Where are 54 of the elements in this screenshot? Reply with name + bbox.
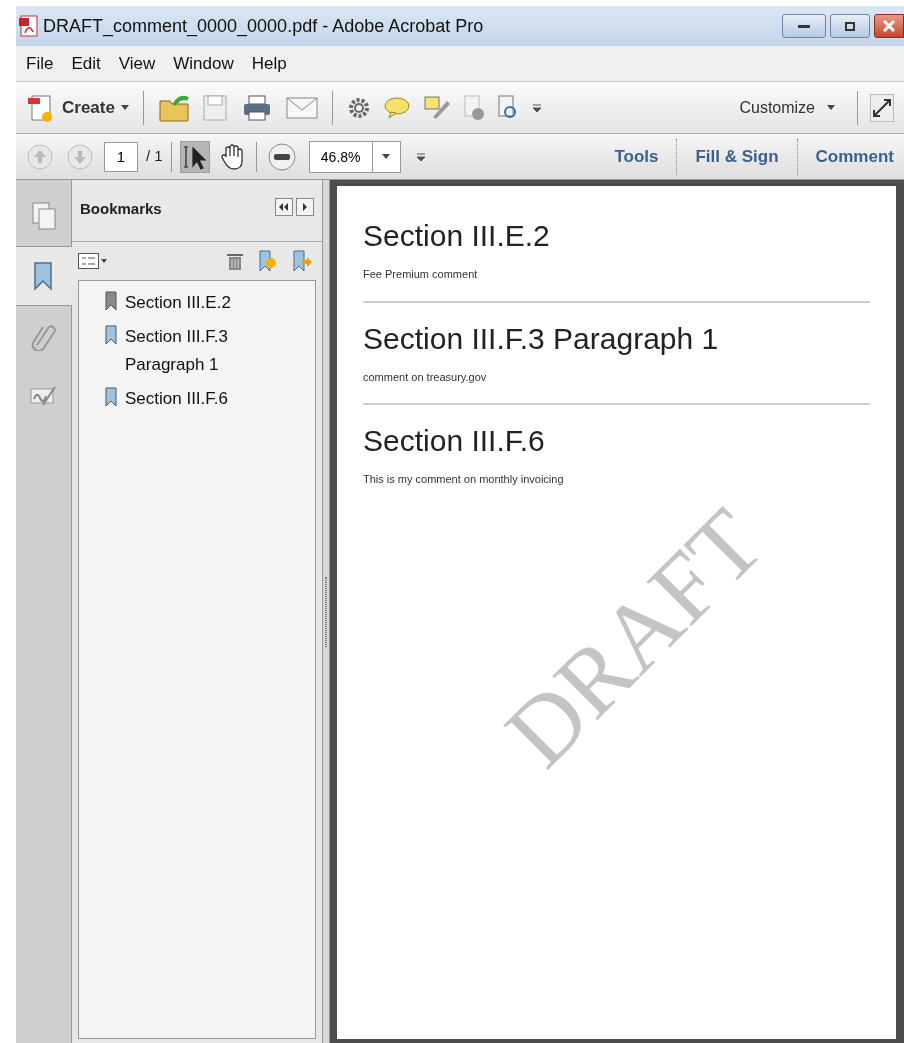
zoom-field[interactable]: 46.8% (308, 140, 373, 173)
section-text: Fee Premium comment (363, 267, 479, 282)
settings-icon[interactable] (346, 95, 371, 120)
menu-item[interactable]: Edit (63, 50, 109, 77)
bookmark-arrow-icon[interactable] (292, 250, 312, 272)
window-title: DRAFT_comment_0000_0000.pdf - Adobe Acrobat Pro (43, 14, 484, 39)
caret-icon (120, 105, 129, 110)
menu-item[interactable]: Help (243, 50, 295, 77)
section-heading: Section III.F.3 Paragraph 1 (363, 320, 720, 357)
bookmark-item[interactable]: Section III.F.3 Paragraph 1 (125, 323, 245, 379)
pane-tab[interactable]: Fill & Sign (677, 143, 797, 170)
caret-icon (827, 105, 835, 110)
section-heading: Section III.E.2 (363, 218, 551, 254)
document-delete-icon[interactable] (462, 94, 485, 121)
highlight-pen-icon[interactable] (422, 94, 451, 121)
zoom-dropdown-button[interactable] (372, 140, 401, 173)
menu-item[interactable]: Window (165, 50, 242, 77)
menu-item[interactable]: File (18, 50, 62, 77)
create-button[interactable]: Create (62, 94, 115, 121)
overflow-icon[interactable] (532, 103, 541, 112)
menu-item[interactable]: View (110, 50, 164, 77)
section-heading: Section III.F.6 (363, 423, 546, 459)
section-text: comment on treasury.gov (363, 369, 488, 385)
pane-tab[interactable]: Comment (797, 143, 894, 170)
select-tool-icon[interactable] (179, 140, 210, 173)
page-number-field[interactable]: 1 (104, 141, 138, 172)
trash-icon[interactable] (226, 251, 244, 271)
new-bookmark-icon[interactable] (258, 250, 278, 272)
close-icon (883, 20, 895, 32)
side-tab[interactable] (16, 246, 72, 306)
close-button[interactable] (874, 14, 904, 38)
bookmark-item[interactable]: Section III.F.6 (125, 385, 245, 413)
expand-icon[interactable] (870, 93, 894, 122)
splitter-handle[interactable] (325, 576, 327, 647)
section-text: This is my comment on monthly invoicing (363, 472, 565, 487)
expand-panel-icon[interactable] (296, 198, 314, 216)
page-count: / 1 (146, 146, 163, 167)
collapse-panel-icon[interactable] (275, 198, 293, 216)
overflow-icon[interactable] (416, 152, 425, 161)
maximize-button[interactable] (830, 14, 870, 38)
hand-tool-icon[interactable] (219, 142, 246, 171)
options-menu-icon[interactable] (78, 253, 108, 269)
bookmark-item[interactable]: Section III.E.2 (125, 289, 245, 317)
comment-bubble-icon[interactable] (382, 95, 411, 120)
caret-icon (382, 154, 391, 159)
minimize-button[interactable] (782, 14, 826, 38)
customize-button[interactable]: Customize (739, 95, 815, 120)
print-icon[interactable] (241, 93, 272, 122)
zoom-out-icon[interactable] (266, 141, 297, 172)
document-search-icon[interactable] (496, 94, 519, 121)
create-document-icon (26, 92, 54, 123)
pane-tab[interactable]: Tools (596, 143, 677, 170)
pdf-file-icon (19, 15, 39, 37)
panel-title: Bookmarks (80, 199, 162, 219)
